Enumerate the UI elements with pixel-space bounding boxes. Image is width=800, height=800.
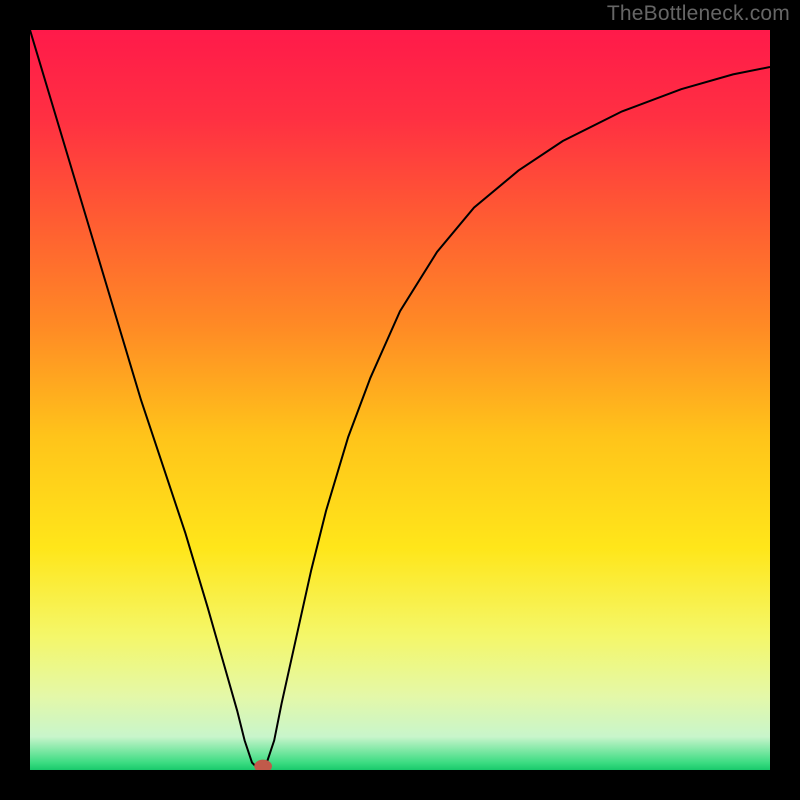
- chart-svg: [30, 30, 770, 770]
- plot-area: [30, 30, 770, 770]
- watermark-text: TheBottleneck.com: [607, 2, 790, 26]
- chart-container: TheBottleneck.com: [0, 0, 800, 800]
